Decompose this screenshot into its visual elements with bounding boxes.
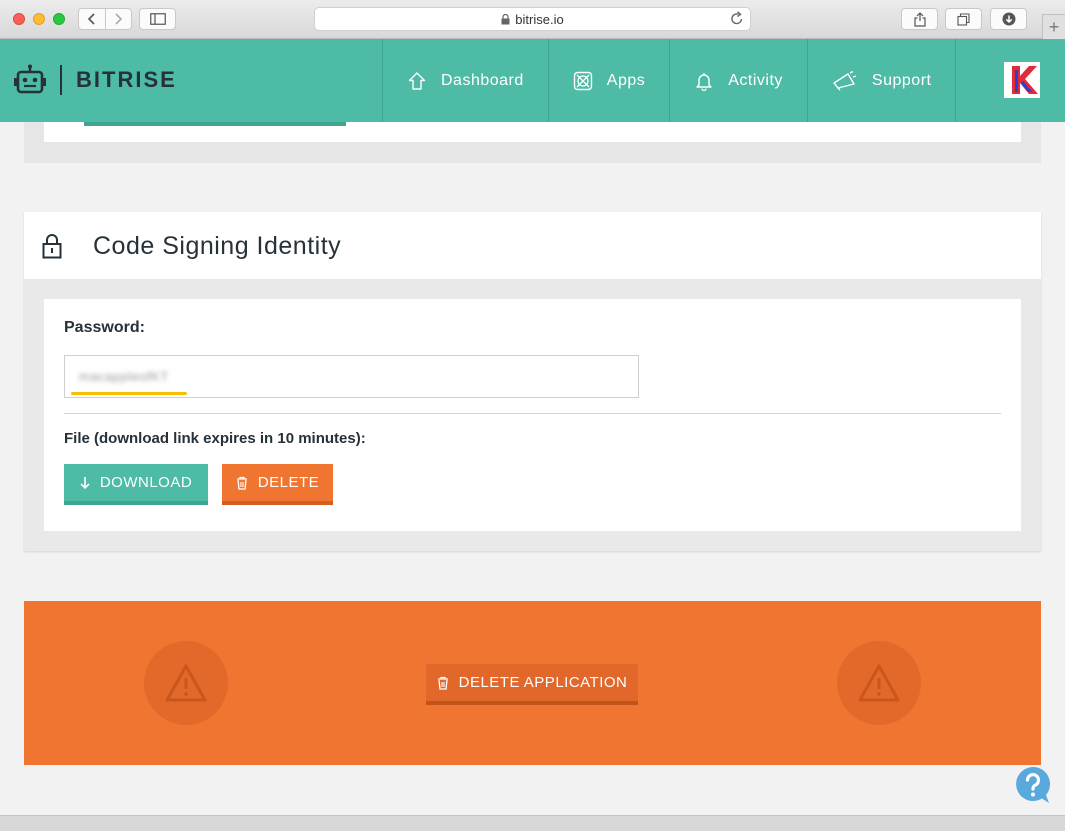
download-button-label: DOWNLOAD [99, 474, 193, 491]
robot-icon [14, 64, 46, 94]
main-nav: Dashboard Apps Activity Support [382, 39, 957, 122]
minimize-window-button[interactable] [33, 13, 45, 25]
avatar-image [1004, 62, 1040, 98]
lock-icon [501, 13, 510, 24]
warning-badge-left [144, 641, 228, 725]
password-field[interactable]: macappleofKT [64, 355, 639, 398]
nav-dashboard[interactable]: Dashboard [382, 39, 548, 122]
tabs-overview-button[interactable] [945, 8, 982, 30]
padlock-icon [42, 234, 62, 259]
address-bar[interactable]: bitrise.io [314, 7, 751, 31]
nav-support[interactable]: Support [806, 39, 957, 122]
card-header: Code Signing Identity [24, 212, 1041, 279]
arrow-down-icon [80, 476, 90, 489]
file-label: File (download link expires in 10 minute… [64, 430, 366, 447]
new-tab-button[interactable]: + [1042, 14, 1065, 39]
nav-support-label: Support [871, 71, 932, 89]
browser-status-bar [0, 815, 1065, 831]
apps-icon [573, 71, 592, 90]
brand-name: BITRISE [76, 67, 177, 92]
password-highlight [71, 392, 187, 395]
download-button[interactable]: DOWNLOAD [64, 464, 208, 505]
url-text: bitrise.io [515, 11, 564, 27]
share-button[interactable] [901, 8, 938, 30]
delete-application-button[interactable]: DELETE APPLICATION [426, 664, 638, 705]
code-signing-identity-card: Code Signing Identity Password: macapple… [24, 212, 1041, 551]
help-chat-button[interactable] [1014, 766, 1052, 804]
bell-icon [696, 72, 712, 91]
forward-button[interactable] [104, 9, 132, 29]
trash-icon [437, 676, 448, 690]
nav-dashboard-label: Dashboard [441, 71, 524, 89]
previous-section-body [44, 122, 1021, 142]
nav-activity-label: Activity [728, 71, 783, 89]
tabs-icon [957, 12, 970, 26]
warning-badge-right [837, 641, 921, 725]
danger-zone: DELETE APPLICATION [24, 601, 1041, 765]
home-icon [408, 71, 426, 90]
close-window-button[interactable] [13, 13, 25, 25]
reload-icon[interactable] [730, 10, 744, 26]
section-divider [64, 413, 1001, 414]
history-nav [78, 8, 132, 30]
nav-apps[interactable]: Apps [547, 39, 669, 122]
browser-toolbar: bitrise.io + [0, 0, 1065, 39]
card-title: Code Signing Identity [93, 232, 342, 260]
warning-triangle-icon [165, 664, 207, 702]
logo-divider [60, 65, 62, 95]
delete-file-button[interactable]: DELETE [222, 464, 333, 505]
sidebar-icon [149, 13, 166, 25]
nav-activity[interactable]: Activity [669, 39, 807, 122]
previous-section-card [24, 122, 1041, 163]
share-icon [913, 11, 926, 27]
help-question-icon [1016, 766, 1051, 803]
chevron-right-icon [115, 13, 123, 25]
user-avatar[interactable] [1004, 62, 1040, 98]
password-label: Password: [64, 319, 145, 336]
site-header: BITRISE Dashboard Apps Activity Support [0, 39, 1065, 122]
card-body: Password: macappleofKT File (download li… [44, 299, 1021, 531]
delete-application-label: DELETE APPLICATION [458, 674, 628, 691]
chevron-left-icon [87, 13, 95, 25]
nav-apps-label: Apps [606, 71, 646, 89]
back-button[interactable] [79, 9, 105, 29]
download-circle-icon [1002, 12, 1015, 26]
delete-button-label: DELETE [257, 474, 320, 491]
trash-icon [236, 476, 247, 490]
password-value: macappleofKT [79, 369, 169, 384]
zoom-window-button[interactable] [53, 13, 65, 25]
bitrise-logo[interactable]: BITRISE [14, 64, 177, 96]
sidebar-toggle-button[interactable] [139, 8, 176, 30]
megaphone-icon [833, 70, 857, 90]
previous-section-button-edge [84, 122, 346, 126]
downloads-button[interactable] [990, 8, 1027, 30]
warning-triangle-icon [858, 664, 900, 702]
